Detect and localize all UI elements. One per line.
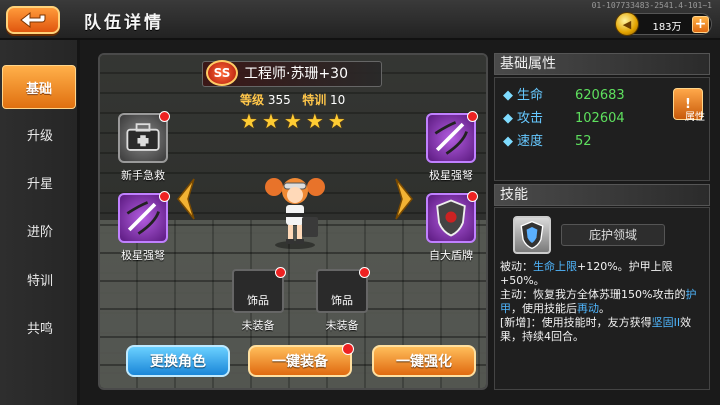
training-value: 10 [330,93,346,107]
back-button[interactable] [6,6,60,34]
attributes-button-label: 属性 [685,112,705,123]
star-icon: ★ [305,109,324,133]
accessory-slot-2[interactable]: 饰品 [316,267,370,313]
skill-description: 被动：生命上限+120%。护甲上限+50%。 主动：恢复我方全体苏珊150%攻击… [500,260,705,344]
sidebar-item-label: 升星 [26,176,53,192]
diamond-icon: ◆ [503,134,513,149]
sidebar-item-label: 共鸣 [26,321,53,337]
accessory-slot-1[interactable]: 饰品 [232,267,286,313]
rank-badge: SS [206,60,238,86]
hero-character [265,178,325,249]
skill-shield-icon[interactable] [513,216,551,254]
skill-highlight: 再动 [577,302,599,315]
notification-dot [342,343,354,355]
attributes-header: 基础属性 [494,53,710,75]
equip-label-left-bottom: 极星强弩 [121,249,165,262]
accessory-status-1: 未装备 [241,319,275,332]
slot-label: 饰品 [247,294,269,307]
skill-box: 庇护领域 被动：生命上限+120%。护甲上限+50%。 主动：恢复我方全体苏珊1… [494,207,710,390]
diamond-icon: ◆ [503,88,513,103]
equip-label-right-bottom: 自大盾牌 [429,249,473,262]
medkit-icon [126,123,160,151]
equip-label-right-top: 极星强弩 [429,169,473,182]
skill-header: 技能 [494,184,710,206]
notification-dot [159,111,170,122]
star-icon: ★ [283,109,302,133]
coin-icon: ◀ [615,12,639,36]
equip-label-left-top: 新手急救 [121,169,165,182]
attr-row-attack: ◆ 攻击 102604 [503,107,625,126]
attr-value: 102604 [575,111,625,126]
sidebar: 基础 升级 升星 进阶 特训 共鸣 [0,40,80,405]
attr-value: 52 [575,134,592,149]
notification-dot [467,191,478,202]
skill-text: [新增]：使用技能时，友方获得 [500,316,652,329]
star-icon: ★ [261,109,280,133]
skill-text: 。 [599,302,610,315]
prev-hero-arrow-icon[interactable] [174,177,196,221]
training-label: 特训 [302,93,327,107]
star-rating: ★ ★ ★ ★ ★ [240,109,346,133]
star-icon: ★ [327,109,346,133]
coin-counter: ◀ 183万 + [615,12,712,36]
hero-panel: SS 工程师·苏珊+30 等级 355 特训 10 ★ ★ ★ ★ ★ 新手急救… [98,53,488,390]
sidebar-item-star[interactable]: 升星 [0,160,80,204]
sidebar-item-basic[interactable]: 基础 [2,65,76,109]
notification-dot [467,111,478,122]
skill-name: 庇护领域 [561,224,665,246]
info-panel: 基础属性 ◆ 生命 620683 ◆ 攻击 102604 ◆ 速度 52 ! 属性 技能 庇… [494,53,710,390]
attr-value: 620683 [575,88,625,103]
next-hero-arrow-icon[interactable] [394,177,416,221]
skill-highlight: 生命上限 [533,260,577,273]
diamond-icon: ◆ [503,111,513,126]
equip-slot-left-bottom[interactable] [118,191,170,243]
hero-name: 工程师·苏珊+30 [244,66,348,82]
sidebar-item-label: 特训 [26,273,53,289]
back-arrow-icon [20,11,46,29]
notification-dot [275,267,286,278]
sidebar-item-label: 进阶 [26,224,53,240]
attr-name: 攻击 [517,111,544,126]
top-bar: 队伍详情 01-107733483-2541.4-101~1 ◀ 183万 + [0,0,720,40]
attributes-box: ◆ 生命 620683 ◆ 攻击 102604 ◆ 速度 52 ! 属性 [494,77,710,181]
notification-dot [159,191,170,202]
skill-highlight: 坚固II [651,316,681,329]
change-hero-button[interactable]: 更换角色 [126,345,230,377]
level-label: 等级 [240,93,265,107]
skill-text: 被动： [500,260,533,273]
equip-slot-right-top[interactable] [426,111,478,163]
equip-all-button[interactable]: 一键装备 [248,343,354,377]
build-id: 01-107733483-2541.4-101~1 [591,1,712,10]
shield-icon [520,220,544,250]
sidebar-item-label: 基础 [25,81,52,97]
level-line: 等级 355 特训 10 [240,91,345,108]
crossbow-icon [126,201,160,235]
equip-all-label: 一键装备 [272,354,328,370]
attr-row-speed: ◆ 速度 52 [503,130,592,149]
attr-name: 速度 [517,134,544,149]
level-value: 355 [267,93,291,107]
crossbow-icon [434,121,468,155]
add-coins-button[interactable]: + [692,16,709,33]
shield-icon [436,199,466,237]
attr-row-hp: ◆ 生命 620683 [503,84,625,103]
page-title: 队伍详情 [84,13,164,33]
skill-text: 主动：恢复我方全体苏珊150%攻击的 [500,288,686,301]
sidebar-item-training[interactable]: 特训 [0,257,80,301]
slot-label: 饰品 [331,294,353,307]
attr-name: 生命 [517,88,544,103]
notification-dot [359,267,370,278]
enhance-all-button[interactable]: 一键强化 [372,345,476,377]
skill-text: ，使用技能后 [511,302,577,315]
star-icon: ★ [240,109,258,133]
equip-slot-right-bottom[interactable] [426,191,478,243]
sidebar-item-resonance[interactable]: 共鸣 [0,305,80,349]
sidebar-item-upgrade[interactable]: 升级 [0,112,80,156]
sidebar-item-advance[interactable]: 进阶 [0,208,80,252]
equip-slot-left-top[interactable] [118,111,170,163]
coin-value: 183万 [652,22,682,33]
accessory-status-2: 未装备 [325,319,359,332]
sidebar-item-label: 升级 [26,128,53,144]
